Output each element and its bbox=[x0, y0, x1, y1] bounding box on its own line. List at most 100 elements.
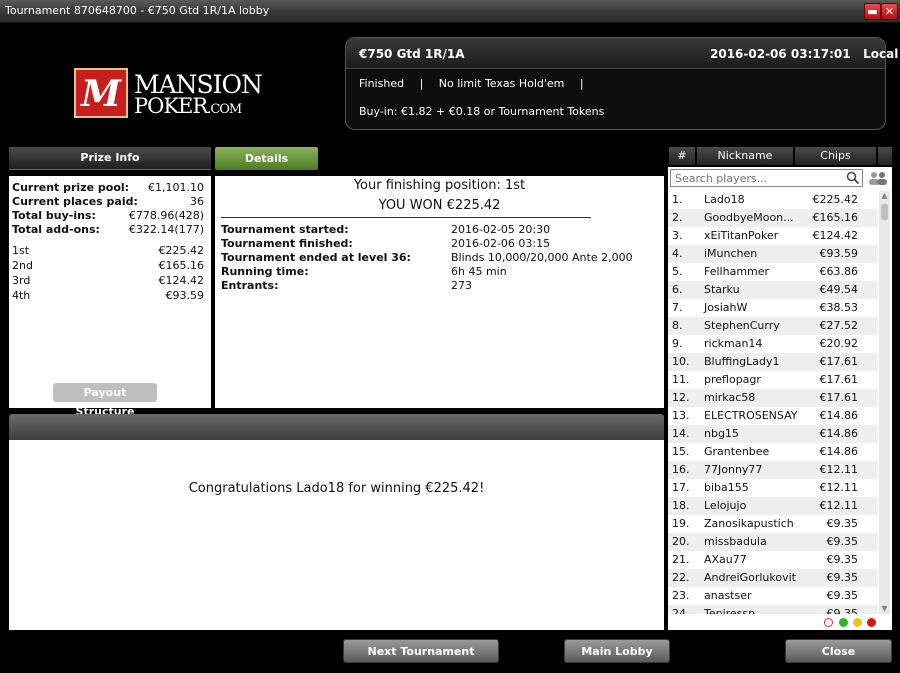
player-rank: 18. bbox=[672, 499, 690, 512]
prize-label: Current prize pool: bbox=[12, 181, 130, 194]
player-chips: €38.53 bbox=[819, 301, 859, 314]
tournament-date-time: 2016-02-06 03:17:01 Local bbox=[710, 47, 899, 61]
search-input[interactable] bbox=[671, 170, 849, 186]
player-nickname: JosiahW bbox=[704, 301, 748, 314]
player-row[interactable]: 16. 77Jonny77 €12.11 bbox=[668, 461, 878, 479]
player-row[interactable]: 6. Starku €49.54 bbox=[668, 281, 878, 299]
player-row[interactable]: 13. ELECTROSENSAY €14.86 bbox=[668, 407, 878, 425]
player-chips: €165.16 bbox=[812, 211, 859, 224]
places-paid-row: Current places paid: 36 bbox=[12, 195, 204, 208]
place-value: €225.42 bbox=[158, 244, 205, 257]
player-row[interactable]: 23. anastser €9.35 bbox=[668, 587, 878, 605]
player-row[interactable]: 7. JosiahW €38.53 bbox=[668, 299, 878, 317]
player-row[interactable]: 17. biba155 €12.11 bbox=[668, 479, 878, 497]
player-row[interactable]: 19. Zanosikapustich €9.35 bbox=[668, 515, 878, 533]
player-nickname: missbadula bbox=[704, 535, 767, 548]
column-header-nickname[interactable]: Nickname bbox=[697, 147, 793, 165]
place-row: 2nd €165.16 bbox=[12, 259, 204, 272]
player-chips: €27.52 bbox=[819, 319, 859, 332]
players-panel: 1. Lado18 €225.42 2. GoodbyeMoon... €165.16 3.… bbox=[668, 167, 892, 630]
status-dot-yellow-icon[interactable] bbox=[853, 618, 862, 627]
close-button[interactable]: Close bbox=[785, 639, 892, 663]
player-row[interactable]: 8. StephenCurry €27.52 bbox=[668, 317, 878, 335]
player-row[interactable]: 1. Lado18 €225.42 bbox=[668, 191, 878, 209]
player-nickname: Tepiressp bbox=[704, 607, 756, 614]
player-rank: 8. bbox=[672, 319, 683, 332]
player-row[interactable]: 10. BluffingLady1 €17.61 bbox=[668, 353, 878, 371]
search-icon[interactable] bbox=[846, 171, 860, 185]
player-nickname: mirkac58 bbox=[704, 391, 756, 404]
logo-text-poker: POKER.COM bbox=[134, 94, 242, 118]
search-box[interactable] bbox=[670, 169, 863, 187]
column-header-number[interactable]: # bbox=[669, 147, 695, 165]
player-rank: 20. bbox=[672, 535, 690, 548]
payout-structure-button[interactable]: Payout Structure bbox=[53, 383, 157, 418]
tab-details[interactable]: Details bbox=[215, 147, 318, 170]
player-row[interactable]: 9. rickman14 €20.92 bbox=[668, 335, 878, 353]
player-chips: €9.35 bbox=[826, 535, 859, 548]
tournament-header-bar: €750 Gtd 1R/1A 2016-02-06 03:17:01 Local bbox=[346, 38, 898, 69]
place-value: €93.59 bbox=[165, 289, 205, 302]
player-rank: 19. bbox=[672, 517, 690, 530]
tournament-name: €750 Gtd 1R/1A bbox=[359, 47, 465, 61]
player-row[interactable]: 24. Tepiressp €9.35 bbox=[668, 605, 878, 614]
tournament-status-line: Finished | No limit Texas Hold'em | bbox=[359, 77, 584, 90]
column-header-chips[interactable]: Chips bbox=[795, 147, 876, 165]
detail-label: Tournament ended at level 36: bbox=[221, 251, 411, 264]
status-dot-white-icon[interactable] bbox=[824, 618, 833, 627]
next-tournament-button[interactable]: Next Tournament bbox=[343, 639, 499, 663]
player-row[interactable]: 20. missbadula €9.35 bbox=[668, 533, 878, 551]
window-title-bar[interactable]: Tournament 870648700 - €750 Gtd 1R/1A lo… bbox=[0, 0, 900, 23]
prize-value: 36 bbox=[190, 195, 204, 208]
scroll-up-icon[interactable]: ▲ bbox=[879, 191, 890, 201]
detail-value: Blinds 10,000/20,000 Ante 2,000 bbox=[451, 251, 633, 264]
player-rank: 4. bbox=[672, 247, 683, 260]
player-chips: €20.92 bbox=[819, 337, 859, 350]
player-chips: €12.11 bbox=[819, 463, 859, 476]
player-chips: €17.61 bbox=[819, 391, 859, 404]
player-chips: €17.61 bbox=[819, 373, 859, 386]
player-rank: 14. bbox=[672, 427, 690, 440]
player-nickname: Zanosikapustich bbox=[704, 517, 794, 530]
place-value: €165.16 bbox=[158, 259, 205, 272]
player-row[interactable]: 5. Fellhammer €63.86 bbox=[668, 263, 878, 281]
status-dot-green-icon[interactable] bbox=[839, 618, 848, 627]
player-chips: €93.59 bbox=[819, 247, 859, 260]
player-row[interactable]: 12. mirkac58 €17.61 bbox=[668, 389, 878, 407]
main-lobby-button[interactable]: Main Lobby bbox=[564, 639, 670, 663]
player-nickname: Grantenbee bbox=[704, 445, 770, 458]
player-nickname: Lelojujo bbox=[704, 499, 747, 512]
place-label: 2nd bbox=[12, 259, 33, 272]
game-type: No limit Texas Hold'em bbox=[438, 77, 565, 90]
player-rank: 2. bbox=[672, 211, 683, 224]
player-nickname: GoodbyeMoon... bbox=[704, 211, 794, 224]
scroll-down-icon[interactable]: ▼ bbox=[879, 604, 890, 614]
player-row[interactable]: 2. GoodbyeMoon... €165.16 bbox=[668, 209, 878, 227]
prize-info-header: Prize Info bbox=[9, 147, 211, 170]
friends-icon[interactable] bbox=[867, 170, 889, 186]
close-icon[interactable]: ✕ bbox=[881, 3, 898, 20]
player-chips: €63.86 bbox=[819, 265, 859, 278]
players-scrollbar[interactable]: ▲ ▼ bbox=[879, 191, 890, 614]
player-row[interactable]: 22. AndreiGorlukovit €9.35 bbox=[668, 569, 878, 587]
player-row[interactable]: 3. xEiTitanPoker €124.42 bbox=[668, 227, 878, 245]
player-rank: 7. bbox=[672, 301, 683, 314]
finishing-position: Your finishing position: 1st bbox=[353, 178, 526, 193]
player-chips: €12.11 bbox=[819, 481, 859, 494]
player-row[interactable]: 14. nbg15 €14.86 bbox=[668, 425, 878, 443]
player-row[interactable]: 4. iMunchen €93.59 bbox=[668, 245, 878, 263]
player-row[interactable]: 15. Grantenbee €14.86 bbox=[668, 443, 878, 461]
status-dot-red-icon[interactable] bbox=[867, 618, 876, 627]
tournament-buyin: Buy-in: €1.82 + €0.18 or Tournament Toke… bbox=[359, 105, 605, 118]
player-chips: €9.35 bbox=[826, 553, 859, 566]
scroll-thumb[interactable] bbox=[881, 204, 888, 220]
player-row[interactable]: 11. preflopagr €17.61 bbox=[668, 371, 878, 389]
players-list[interactable]: 1. Lado18 €225.42 2. GoodbyeMoon... €165.16 3.… bbox=[668, 191, 878, 614]
player-row[interactable]: 21. AXau77 €9.35 bbox=[668, 551, 878, 569]
detail-label: Entrants: bbox=[221, 279, 279, 292]
player-nickname: preflopagr bbox=[704, 373, 761, 386]
player-nickname: AndreiGorlukovit bbox=[704, 571, 796, 584]
minimize-icon[interactable]: ▬ bbox=[864, 3, 881, 20]
player-nickname: BluffingLady1 bbox=[704, 355, 780, 368]
player-row[interactable]: 18. Lelojujo €12.11 bbox=[668, 497, 878, 515]
